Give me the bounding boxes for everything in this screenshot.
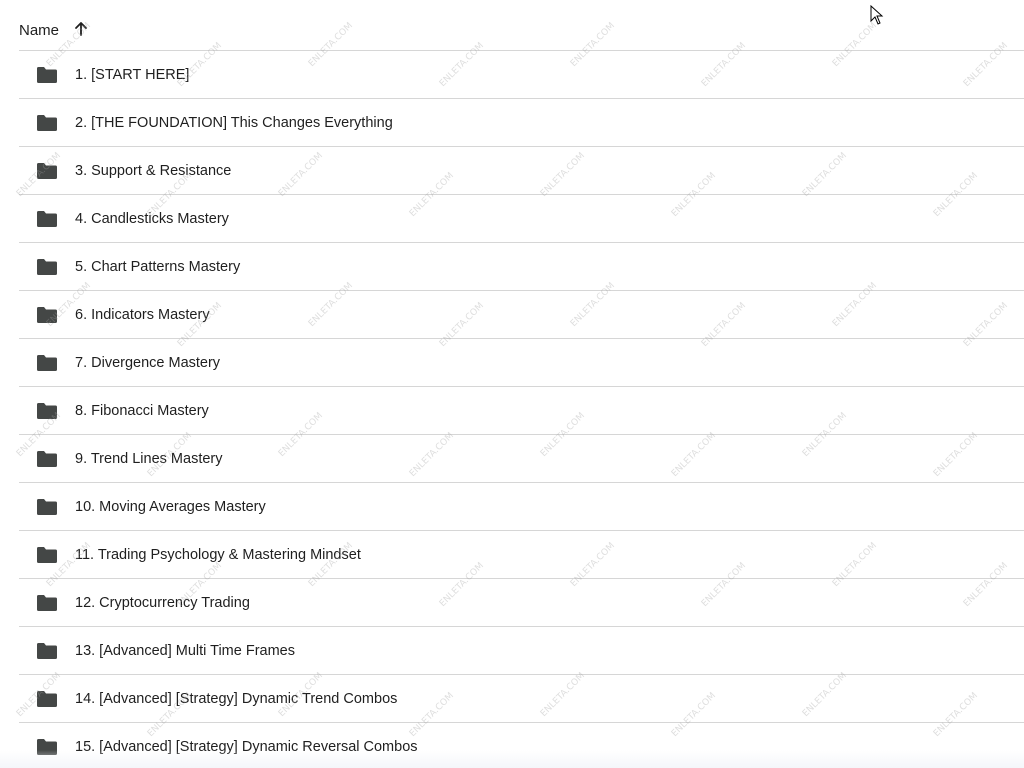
folder-label: 12. Cryptocurrency Trading (75, 594, 250, 611)
folder-icon (36, 642, 58, 660)
folder-row[interactable]: 3. Support & Resistance (19, 147, 1024, 195)
folder-icon (36, 66, 58, 84)
folder-icon (36, 402, 58, 420)
folder-icon (36, 498, 58, 516)
folder-label: 7. Divergence Mastery (75, 354, 221, 371)
folder-label: 1. [START HERE] (75, 66, 190, 83)
folder-icon (36, 306, 58, 324)
folder-label: 8. Fibonacci Mastery (75, 402, 209, 419)
name-column-header[interactable]: Name (19, 22, 59, 39)
folder-label: 5. Chart Patterns Mastery (75, 258, 241, 275)
folder-label: 13. [Advanced] Multi Time Frames (75, 642, 295, 659)
folder-icon (36, 594, 58, 612)
folder-label: 3. Support & Resistance (75, 162, 232, 179)
arrow-up-icon[interactable] (73, 21, 89, 37)
folder-label: 4. Candlesticks Mastery (75, 210, 229, 227)
folder-icon (36, 258, 58, 276)
folder-row[interactable]: 10. Moving Averages Mastery (19, 483, 1024, 531)
folder-icon (36, 546, 58, 564)
folder-row[interactable]: 1. [START HERE] (19, 51, 1024, 99)
folder-icon (36, 738, 58, 756)
folder-label: 14. [Advanced] [Strategy] Dynamic Trend … (75, 690, 398, 707)
folder-row[interactable]: 8. Fibonacci Mastery (19, 387, 1024, 435)
folder-label: 9. Trend Lines Mastery (75, 450, 223, 467)
folder-icon (36, 210, 58, 228)
folder-label: 11. Trading Psychology & Mastering Minds… (75, 546, 361, 563)
folder-row[interactable]: 2. [THE FOUNDATION] This Changes Everyth… (19, 99, 1024, 147)
folder-icon (36, 450, 58, 468)
folder-row[interactable]: 9. Trend Lines Mastery (19, 435, 1024, 483)
folder-row[interactable]: 13. [Advanced] Multi Time Frames (19, 627, 1024, 675)
folder-row[interactable]: 4. Candlesticks Mastery (19, 195, 1024, 243)
folder-row[interactable]: 7. Divergence Mastery (19, 339, 1024, 387)
folder-row[interactable]: 5. Chart Patterns Mastery (19, 243, 1024, 291)
folder-row[interactable]: 12. Cryptocurrency Trading (19, 579, 1024, 627)
folder-rows: 1. [START HERE] 2. [THE FOUNDATION] This … (19, 51, 1024, 768)
folder-label: 6. Indicators Mastery (75, 306, 210, 323)
folder-label: 2. [THE FOUNDATION] This Changes Everyth… (75, 114, 393, 131)
folder-label: 10. Moving Averages Mastery (75, 498, 266, 515)
folder-icon (36, 114, 58, 132)
folder-row[interactable]: 15. [Advanced] [Strategy] Dynamic Revers… (19, 723, 1024, 768)
folder-row[interactable]: 14. [Advanced] [Strategy] Dynamic Trend … (19, 675, 1024, 723)
folder-icon (36, 690, 58, 708)
folder-label: 15. [Advanced] [Strategy] Dynamic Revers… (75, 738, 418, 755)
folder-row[interactable]: 6. Indicators Mastery (19, 291, 1024, 339)
folder-icon (36, 354, 58, 372)
folder-row[interactable]: 11. Trading Psychology & Mastering Minds… (19, 531, 1024, 579)
folder-icon (36, 162, 58, 180)
mouse-cursor-icon (870, 5, 884, 25)
file-list: Name 1. [START HERE] 2. [THE FOUNDATION] … (0, 0, 1024, 768)
